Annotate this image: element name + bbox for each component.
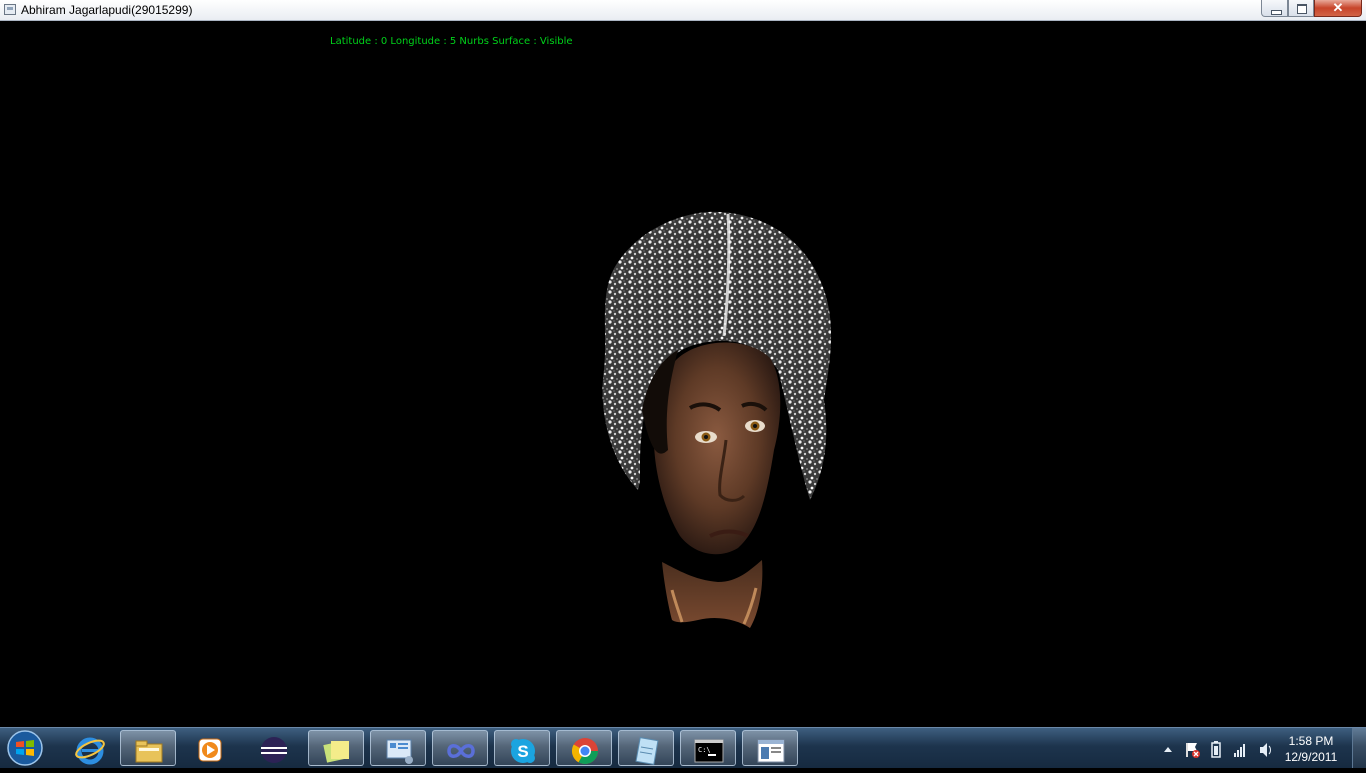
maximize-button[interactable] xyxy=(1288,0,1314,17)
start-button[interactable] xyxy=(5,729,45,767)
minimize-button[interactable] xyxy=(1261,0,1288,17)
show-desktop-button[interactable] xyxy=(1352,728,1366,768)
svg-text:C:\: C:\ xyxy=(698,746,711,754)
show-hidden-icons-arrow-icon[interactable] xyxy=(1164,747,1172,752)
internet-explorer-icon xyxy=(75,737,105,765)
media-player-icon xyxy=(198,738,222,762)
volume-icon[interactable] xyxy=(1260,743,1271,757)
taskbar: S C:\ 1:58 PM 12/9/2011 xyxy=(0,727,1366,768)
taskbar-notepad[interactable] xyxy=(618,730,674,766)
notepad-icon xyxy=(635,737,659,765)
windows-start-orb-icon xyxy=(7,730,43,766)
status-overlay-text: Latitude : 0 Longitude : 5 Nurbs Surface… xyxy=(330,36,573,47)
battery-icon[interactable] xyxy=(1211,741,1221,758)
window-app-icon[interactable] xyxy=(4,4,16,15)
opengl-window-icon xyxy=(757,739,785,763)
taskbar-media-player[interactable] xyxy=(182,730,238,766)
windows-explorer-icon xyxy=(135,740,163,763)
svg-text:S: S xyxy=(517,742,528,761)
sticky-notes-icon xyxy=(323,741,349,763)
clock-time: 1:58 PM xyxy=(1288,734,1334,748)
chrome-icon xyxy=(571,738,599,765)
control-panel-icon xyxy=(386,739,413,764)
network-signal-icon[interactable] xyxy=(1234,744,1245,757)
skype-icon: S xyxy=(511,739,535,763)
clock-date: 12/9/2011 xyxy=(1284,750,1338,764)
taskbar-skype[interactable]: S xyxy=(494,730,550,766)
taskbar-eclipse[interactable] xyxy=(246,730,302,766)
taskbar-command-prompt[interactable]: C:\ xyxy=(680,730,736,766)
taskbar-chrome[interactable] xyxy=(556,730,612,766)
window-title-bar[interactable]: Abhiram Jagarlapudi(29015299) ✕ xyxy=(0,0,1366,21)
close-button[interactable]: ✕ xyxy=(1314,0,1362,17)
taskbar-internet-explorer[interactable] xyxy=(62,730,118,766)
action-center-flag-icon[interactable] xyxy=(1186,743,1200,758)
close-icon: ✕ xyxy=(1332,0,1344,15)
command-prompt-icon: C:\ xyxy=(694,739,724,763)
taskbar-sticky-notes[interactable] xyxy=(308,730,364,766)
minimize-icon xyxy=(1271,10,1282,15)
head-model-render xyxy=(598,210,838,634)
eclipse-icon xyxy=(261,737,287,763)
taskbar-windows-explorer[interactable] xyxy=(120,730,176,766)
taskbar-clock[interactable]: 1:58 PM 12/9/2011 xyxy=(1280,733,1342,765)
taskbar-visual-studio[interactable] xyxy=(432,730,488,766)
visual-studio-icon xyxy=(447,744,475,758)
taskbar-opengl-window[interactable] xyxy=(742,730,798,766)
system-tray xyxy=(1160,728,1280,768)
taskbar-control-panel[interactable] xyxy=(370,730,426,766)
window-title: Abhiram Jagarlapudi(29015299) xyxy=(21,3,193,17)
maximize-icon xyxy=(1297,4,1307,14)
